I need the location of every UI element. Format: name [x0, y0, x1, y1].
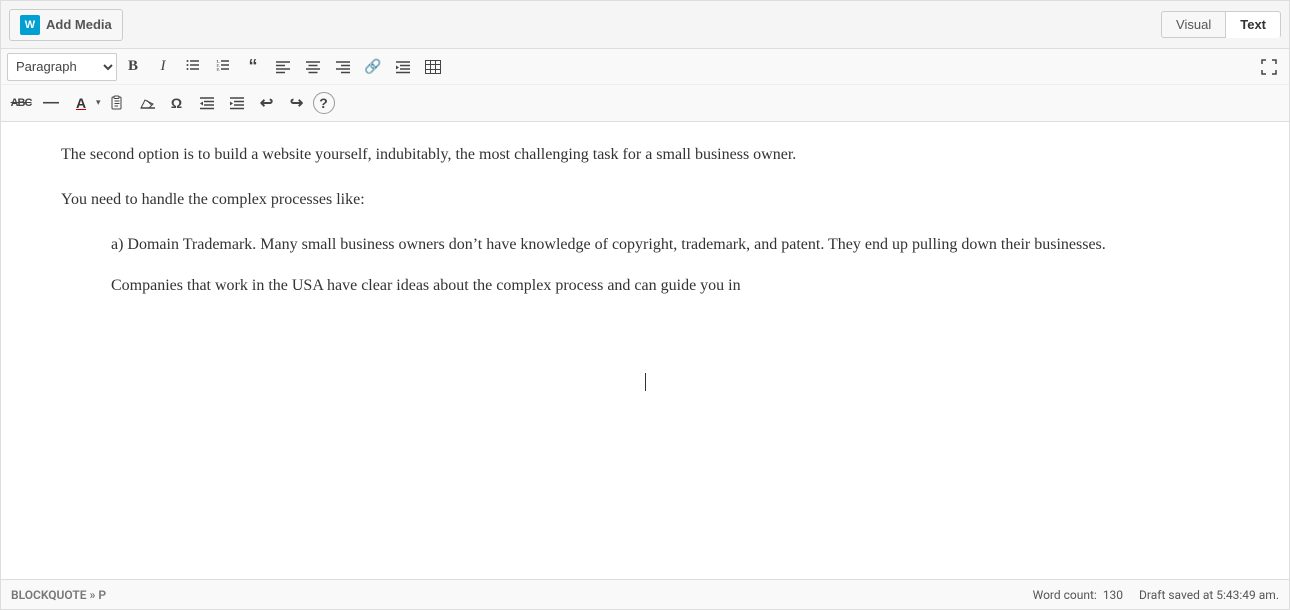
word-count: Word count: 130: [1033, 588, 1123, 602]
undo-button[interactable]: ↩: [253, 89, 281, 117]
svg-text:3.: 3.: [217, 67, 220, 72]
word-count-label: Word count:: [1033, 588, 1097, 602]
content-text[interactable]: The second option is to build a website …: [61, 142, 1229, 299]
blockquote-para-b[interactable]: Companies that work in the USA have clea…: [111, 273, 1229, 299]
indent-button[interactable]: [389, 53, 417, 81]
table-button[interactable]: [419, 53, 447, 81]
add-media-icon: W: [20, 15, 40, 35]
eraser-icon: [139, 95, 155, 111]
align-center-icon: [306, 60, 320, 74]
blockquote-para-a[interactable]: a) Domain Trademark. Many small business…: [111, 232, 1229, 258]
ul-icon: [186, 58, 200, 75]
indent2-button[interactable]: [223, 89, 251, 117]
status-right: Word count: 130 Draft saved at 5:43:49 a…: [1033, 588, 1279, 602]
top-bar: W Add Media Visual Text: [1, 1, 1289, 49]
unordered-list-button[interactable]: [179, 53, 207, 81]
paragraph-2[interactable]: You need to handle the complex processes…: [61, 187, 1229, 213]
indent-icon: [396, 60, 410, 74]
fullscreen-button[interactable]: [1255, 53, 1283, 81]
text-color-dropdown-arrow[interactable]: ▾: [96, 98, 101, 108]
editor-content[interactable]: The second option is to build a website …: [1, 122, 1289, 579]
horizontal-rule-button[interactable]: —: [37, 89, 65, 117]
strikethrough-button[interactable]: ABC: [7, 89, 35, 117]
outdent-button[interactable]: [193, 89, 221, 117]
link-icon: 🔗: [364, 58, 381, 75]
bold-button[interactable]: B: [119, 53, 147, 81]
align-right-button[interactable]: [329, 53, 357, 81]
tab-visual[interactable]: Visual: [1161, 11, 1226, 38]
table-icon: [425, 60, 441, 74]
paste-as-text-button[interactable]: [103, 89, 131, 117]
ordered-list-button[interactable]: 1.2.3.: [209, 53, 237, 81]
paragraph-format-select[interactable]: Paragraph Heading 1 Heading 2 Heading 3 …: [7, 53, 117, 81]
redo-button[interactable]: ↪: [283, 89, 311, 117]
italic-button[interactable]: I: [149, 53, 177, 81]
view-tabs: Visual Text: [1161, 11, 1281, 38]
paste-icon: [109, 95, 125, 111]
outdent-icon: [200, 96, 214, 110]
text-cursor: [645, 373, 646, 391]
paragraph-1[interactable]: The second option is to build a website …: [61, 142, 1229, 168]
toolbar-row-1: Paragraph Heading 1 Heading 2 Heading 3 …: [1, 49, 1289, 85]
text-color-button[interactable]: A: [67, 89, 95, 117]
align-left-icon: [276, 60, 290, 74]
bold-icon: B: [128, 58, 138, 75]
editor-wrapper: W Add Media Visual Text Paragraph Headin…: [0, 0, 1290, 610]
indent2-icon: [230, 96, 244, 110]
align-left-button[interactable]: [269, 53, 297, 81]
breadcrumb-text: BLOCKQUOTE » P: [11, 588, 106, 602]
draft-status: Draft saved at 5:43:49 am.: [1139, 588, 1279, 602]
text-color-wrapper: A ▾: [67, 89, 101, 117]
align-center-button[interactable]: [299, 53, 327, 81]
blockquote-button[interactable]: “: [239, 53, 267, 81]
align-right-icon: [336, 60, 350, 74]
special-chars-button[interactable]: Ω: [163, 89, 191, 117]
fullscreen-icon: [1261, 59, 1277, 75]
ol-icon: 1.2.3.: [216, 58, 230, 75]
link-button[interactable]: 🔗: [359, 53, 387, 81]
help-button[interactable]: ?: [313, 92, 335, 114]
blockquote[interactable]: a) Domain Trademark. Many small business…: [111, 232, 1229, 299]
toolbar-row-2: ABC — A ▾ Ω ↩ ↪ ?: [1, 85, 1289, 121]
tab-text[interactable]: Text: [1226, 11, 1281, 38]
word-count-value: 130: [1103, 588, 1123, 602]
breadcrumb: BLOCKQUOTE » P: [11, 588, 106, 602]
italic-icon: I: [161, 58, 166, 75]
clear-formatting-button[interactable]: [133, 89, 161, 117]
add-media-button[interactable]: W Add Media: [9, 9, 123, 41]
add-media-label: Add Media: [46, 17, 112, 32]
status-bar: BLOCKQUOTE » P Word count: 130 Draft sav…: [1, 579, 1289, 609]
toolbar: Paragraph Heading 1 Heading 2 Heading 3 …: [1, 49, 1289, 122]
